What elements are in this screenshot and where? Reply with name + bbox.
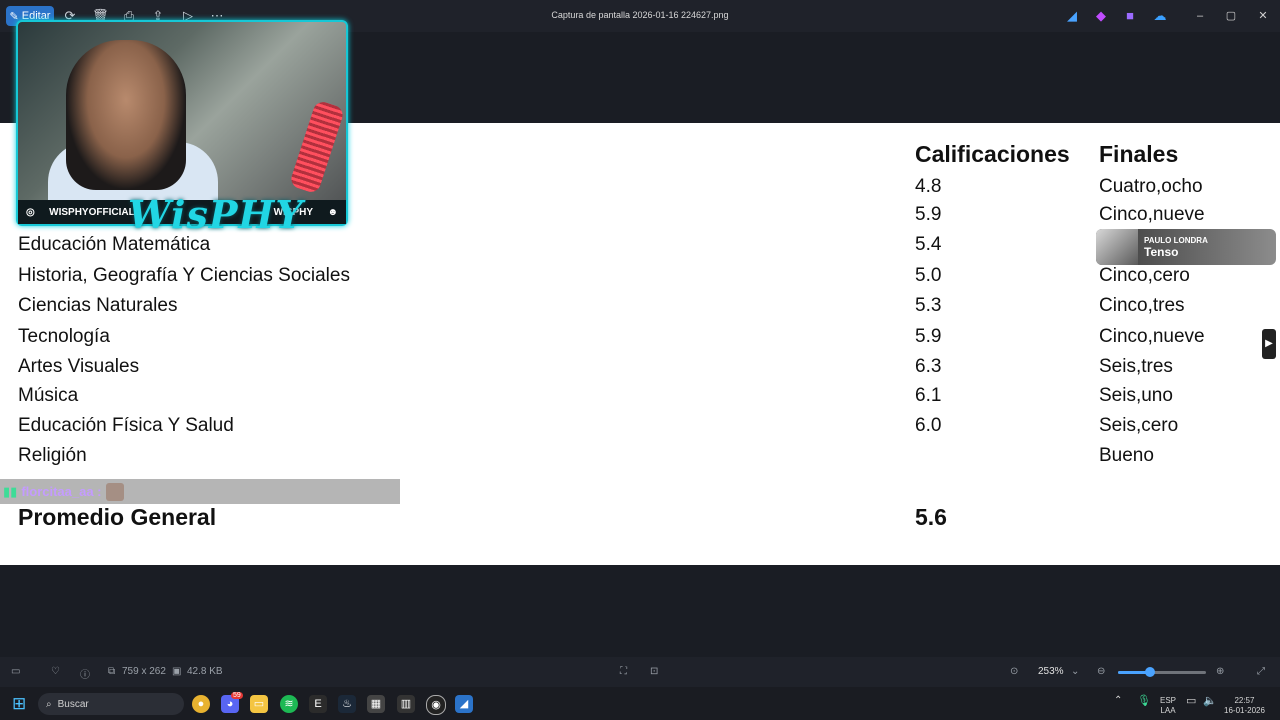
zoom-out-icon[interactable]: ⊖	[1097, 666, 1105, 677]
clipchamp-icon[interactable]: ◆	[1093, 8, 1109, 24]
status-bar: ▭ ♡ ⓘ ⧉ 759 x 262 ▣ 42.8 KB ⛶ ⊡ ⊙ 253% ⌄…	[0, 657, 1280, 687]
spotify-icon[interactable]: ≋	[280, 695, 298, 713]
designer-icon[interactable]: ■	[1122, 8, 1138, 24]
album-art	[1096, 229, 1138, 265]
final-cell: Cuatro,ocho	[1099, 176, 1203, 197]
stream-logo: WisPHY	[128, 192, 304, 237]
tray-overflow-icon[interactable]: ⌃	[1114, 696, 1122, 706]
language-indicator[interactable]: ESP LAA	[1160, 696, 1176, 716]
epic-games-icon[interactable]: E	[309, 695, 327, 713]
minimize-icon[interactable]: –	[1191, 8, 1209, 24]
final-cell: Seis,cero	[1099, 415, 1179, 436]
zoom-slider-handle[interactable]	[1144, 667, 1155, 677]
network-icon[interactable]: ▭	[1186, 696, 1196, 707]
text-detect-icon[interactable]: ⊡	[650, 666, 658, 677]
grade-cell: 6.1	[915, 385, 942, 406]
grade-cell: 4.8	[915, 176, 942, 197]
final-cell: Cinco,nueve	[1099, 204, 1205, 225]
fit-icon[interactable]: ⛶	[620, 666, 627, 677]
grade-cell: 5.9	[915, 204, 942, 225]
screenshot-icon[interactable]: ⊙	[1010, 666, 1018, 677]
discord-icon: ☻	[327, 206, 338, 218]
instagram-icon: ◎	[26, 206, 35, 218]
time: 22:57	[1234, 696, 1255, 705]
search-placeholder: Buscar	[57, 698, 89, 710]
subject-cell: Artes Visuales	[18, 356, 140, 377]
info-icon[interactable]: ⓘ	[80, 666, 90, 681]
subject-cell: Ciencias Naturales	[18, 295, 178, 316]
onedrive-icon[interactable]: ☁	[1152, 8, 1168, 24]
subject-cell: Música	[18, 385, 79, 406]
lang-bottom: LAA	[1160, 706, 1176, 715]
grade-cell: 5.0	[915, 265, 942, 286]
steam-icon[interactable]: ♨	[338, 695, 356, 713]
artist-name: PAULO LONDRA	[1144, 235, 1208, 245]
dimensions-icon: ⧉	[108, 666, 116, 677]
header-grades: Calificaciones	[915, 141, 1070, 167]
close-icon[interactable]: ✕	[1254, 8, 1272, 24]
maximize-icon[interactable]: ▢	[1222, 8, 1240, 24]
final-cell: Cinco,cero	[1099, 265, 1190, 286]
favorite-icon[interactable]: ♡	[51, 666, 60, 677]
chevron-down-icon[interactable]: ⌄	[1071, 666, 1079, 677]
chat-message: ▮▮ florcitaa_aa :	[0, 479, 400, 504]
dimensions: 759 x 262	[122, 666, 166, 677]
average-value: 5.6	[915, 504, 947, 530]
window-title: Captura de pantalla 2026-01-16 224627.pn…	[551, 10, 729, 20]
lang-top: ESP	[1160, 696, 1177, 705]
grade-cell: 6.3	[915, 356, 942, 377]
webcam-person	[66, 40, 186, 190]
taskbar: ⊞ ⌕ Buscar ● ◕ 59 ▭ ≋ E ♨ ▦ ▥ ◉ ◢ ⌃ 🎙 ES…	[0, 687, 1280, 720]
average-label: Promedio General	[18, 504, 217, 530]
badge-icon: ▮▮	[3, 483, 18, 499]
app-icon[interactable]: ▦	[367, 695, 385, 713]
grade-cell: 6.0	[915, 415, 942, 436]
discord-badge: 59	[231, 692, 243, 699]
final-cell: Seis,tres	[1099, 356, 1173, 377]
subject-cell: Tecnología	[18, 326, 110, 347]
subject-cell: Educación Física Y Salud	[18, 415, 234, 436]
chat-username: florcitaa_aa :	[21, 484, 102, 499]
microphone-icon[interactable]: 🎙	[1137, 696, 1151, 707]
now-playing: PAULO LONDRA Tenso	[1096, 229, 1276, 265]
grade-cell: 5.3	[915, 295, 942, 316]
filesize: 42.8 KB	[187, 666, 223, 677]
emote-icon	[105, 482, 124, 501]
subject-cell: Religión	[18, 445, 87, 466]
subject-cell: Educación Matemática	[18, 234, 211, 255]
subject-cell: Historia, Geografía Y Ciencias Sociales	[18, 265, 350, 286]
file-explorer-icon[interactable]: ▭	[250, 695, 268, 713]
photos-icon[interactable]: ◢	[455, 695, 473, 713]
app-icon-2[interactable]: ▥	[397, 695, 415, 713]
zoom-in-icon[interactable]: ⊕	[1216, 666, 1224, 677]
grade-cell: 5.9	[915, 326, 942, 347]
windows-start-icon[interactable]: ⊞	[12, 695, 30, 713]
left-handle: WISPHYOFFICIAL	[49, 206, 135, 218]
webcam-overlay: ◎ WISPHYOFFICIAL WISPHY ☻ WisPHY	[16, 20, 348, 237]
final-cell: Cinco,tres	[1099, 295, 1185, 316]
fullscreen-icon[interactable]: ⤢	[1257, 666, 1265, 677]
clock[interactable]: 22:57 16-01-2026	[1224, 696, 1265, 716]
next-image-button[interactable]: ▶	[1262, 329, 1276, 359]
final-cell: Bueno	[1099, 445, 1154, 466]
final-cell: Seis,uno	[1099, 385, 1173, 406]
edit-app-icon[interactable]: ◢	[1064, 8, 1080, 24]
zoom-slider[interactable]	[1118, 667, 1206, 677]
webcam-light	[288, 99, 346, 195]
obs-icon[interactable]: ◉	[426, 695, 446, 715]
search-icon: ⌕	[46, 698, 52, 710]
volume-icon[interactable]: 🔈	[1203, 696, 1217, 707]
taskbar-search[interactable]: ⌕ Buscar	[38, 693, 184, 715]
song-title: Tenso	[1144, 244, 1179, 259]
chrome-icon[interactable]: ●	[192, 695, 210, 713]
grade-cell: 5.4	[915, 234, 942, 255]
zoom-value[interactable]: 253%	[1038, 666, 1064, 677]
date: 16-01-2026	[1224, 706, 1265, 715]
filmstrip-icon[interactable]: ▭	[11, 666, 20, 677]
filesize-icon: ▣	[172, 666, 182, 677]
final-cell: Cinco,nueve	[1099, 326, 1205, 347]
header-finals: Finales	[1099, 141, 1179, 167]
